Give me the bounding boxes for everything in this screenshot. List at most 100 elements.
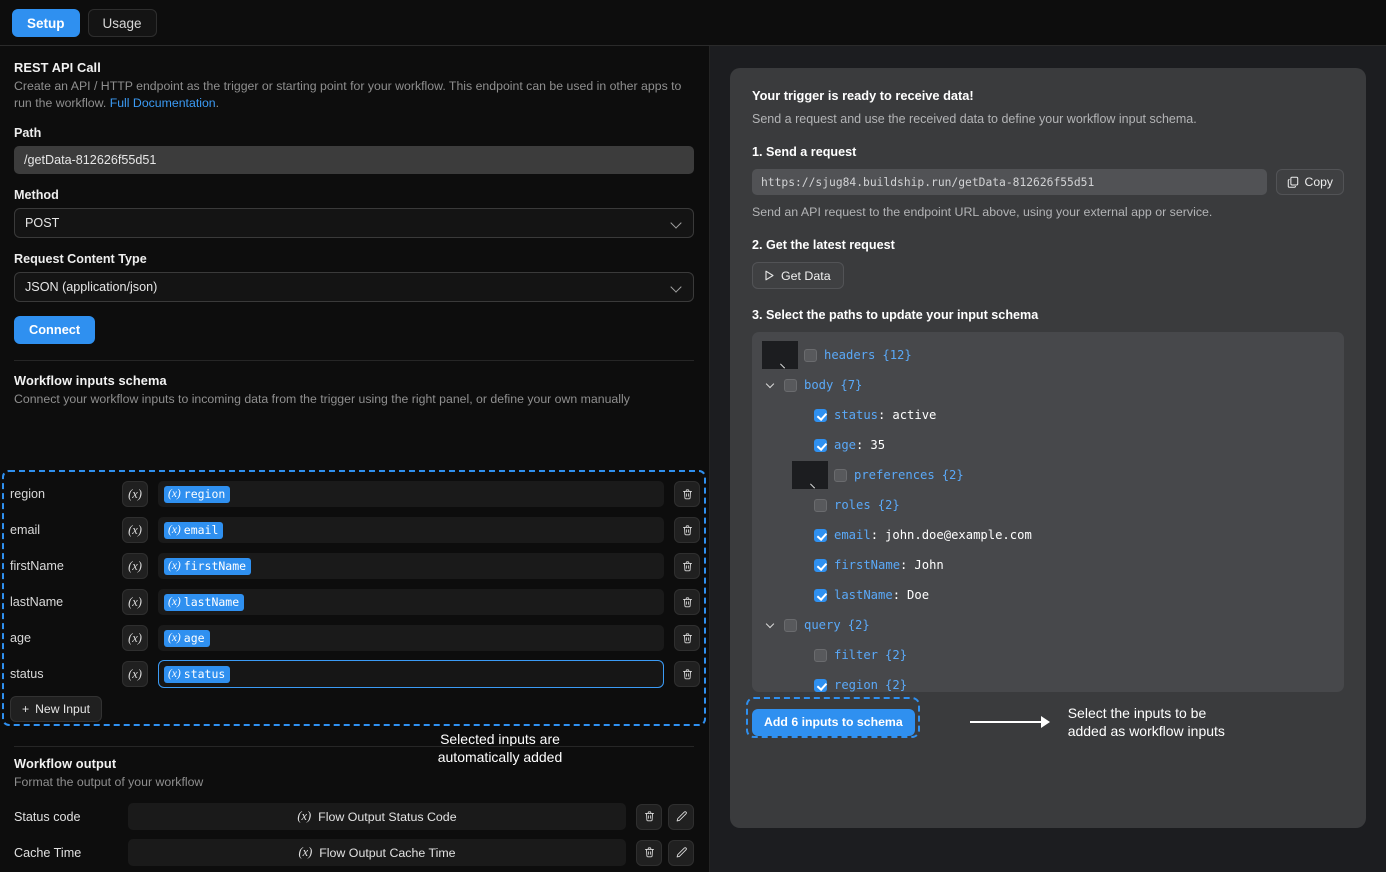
schema-path-checkbox[interactable]: [804, 348, 817, 362]
delete-input-button[interactable]: [674, 625, 700, 651]
schema-path-node[interactable]: roles {2}: [762, 490, 1334, 520]
expression-toggle-button[interactable]: (x): [122, 481, 148, 507]
expression-toggle-button[interactable]: (x): [122, 553, 148, 579]
step-3-heading: 3. Select the paths to update your input…: [752, 308, 1039, 322]
chevron-down-icon[interactable]: [762, 619, 778, 628]
schema-path-node[interactable]: firstName: John: [762, 550, 1334, 580]
schema-path-node[interactable]: preferences {2}: [762, 460, 1334, 490]
full-documentation-link[interactable]: Full Documentation: [110, 96, 216, 110]
expression-toggle-button[interactable]: (x): [122, 625, 148, 651]
delete-output-button[interactable]: [636, 839, 662, 866]
workflow-output-value-field[interactable]: (x) Flow Output Status Code: [128, 803, 626, 831]
binding-chip[interactable]: (x) region: [164, 485, 231, 503]
schema-path-checkbox[interactable]: [814, 678, 827, 692]
schema-path-checkbox[interactable]: [814, 648, 827, 662]
schema-path-key: preferences: [854, 468, 935, 482]
card-title: Your trigger is ready to receive data!: [752, 88, 974, 103]
endpoint-url-input[interactable]: https://sjug84.buildship.run/getData-812…: [752, 169, 1267, 195]
workflow-input-name: region: [10, 487, 46, 501]
workflow-output-value-field[interactable]: (x) Flow Output Cache Time: [128, 839, 626, 867]
schema-path-checkbox[interactable]: [814, 558, 827, 572]
connect-button[interactable]: Connect: [14, 315, 96, 344]
schema-path-checkbox[interactable]: [814, 528, 827, 542]
binding-chip-label: status: [183, 666, 226, 681]
schema-path-node[interactable]: region {2}: [762, 670, 1334, 692]
workflow-input-value-field[interactable]: (x) lastName: [158, 589, 664, 615]
schema-path-value: active: [892, 408, 937, 422]
schema-path-checkbox[interactable]: [814, 438, 827, 452]
new-input-button[interactable]: + New Input: [10, 696, 102, 722]
workflow-input-row: lastName (x) (x) lastName: [10, 584, 700, 620]
binding-chip[interactable]: (x) age: [164, 629, 210, 647]
schema-path-node[interactable]: email: john.doe@example.com: [762, 520, 1334, 550]
workflow-input-value-field[interactable]: (x) firstName: [158, 553, 664, 579]
workflow-input-row: region (x) (x) region: [10, 476, 700, 512]
tab-usage[interactable]: Usage: [87, 8, 157, 37]
edit-output-button[interactable]: [668, 839, 694, 866]
chevron-down-icon[interactable]: [762, 379, 778, 388]
schema-path-node[interactable]: lastName: Doe: [762, 580, 1334, 610]
schema-path-node[interactable]: body {7}: [762, 370, 1334, 400]
schema-path-checkbox[interactable]: [814, 588, 827, 602]
binding-chip-label: lastName: [183, 594, 240, 609]
schema-path-value: 35: [870, 438, 886, 452]
delete-output-button[interactable]: [636, 803, 662, 830]
workflow-input-value-field[interactable]: (x) age: [158, 625, 664, 651]
add-inputs-to-schema-button[interactable]: Add 6 inputs to schema: [752, 708, 915, 736]
schema-path-count: {2}: [847, 618, 870, 632]
expression-toggle-button[interactable]: (x): [122, 661, 148, 687]
schema-path-key: region: [834, 678, 879, 692]
content-type-select[interactable]: JSON (application/json): [14, 271, 694, 302]
tab-setup[interactable]: Setup: [12, 8, 80, 37]
schema-path-node[interactable]: headers {12}: [762, 340, 1334, 370]
chevron-placeholder: [792, 502, 808, 508]
schema-path-checkbox[interactable]: [784, 618, 797, 632]
delete-input-button[interactable]: [674, 481, 700, 507]
binding-chip[interactable]: (x) email: [164, 521, 224, 539]
method-select-value: POST: [25, 215, 60, 230]
workflow-input-value-field[interactable]: (x) status: [158, 660, 664, 688]
workflow-input-name: firstName: [10, 559, 64, 573]
schema-path-colon: :: [870, 528, 879, 542]
delete-input-button[interactable]: [674, 553, 700, 579]
schema-path-checkbox[interactable]: [834, 468, 847, 482]
chevron-right-icon[interactable]: [792, 461, 828, 489]
workflow-input-value-field[interactable]: (x) region: [158, 481, 664, 507]
schema-path-value: Doe: [907, 588, 930, 602]
schema-path-node[interactable]: query {2}: [762, 610, 1334, 640]
schema-path-checkbox[interactable]: [784, 378, 797, 392]
workflow-input-row: email (x) (x) email: [10, 512, 700, 548]
schema-path-checkbox[interactable]: [814, 408, 827, 422]
workflow-output-value: Flow Output Cache Time: [319, 845, 456, 860]
workflow-input-value-field[interactable]: (x) email: [158, 517, 664, 543]
path-input[interactable]: /getData-812626f55d51: [14, 145, 694, 174]
binding-chip[interactable]: (x) lastName: [164, 593, 245, 611]
delete-input-button[interactable]: [674, 661, 700, 687]
schema-path-checkbox[interactable]: [814, 498, 827, 512]
schema-path-key: roles: [834, 498, 871, 512]
get-data-button[interactable]: Get Data: [752, 262, 844, 289]
delete-input-button[interactable]: [674, 589, 700, 615]
binding-chip[interactable]: (x) status: [164, 665, 231, 683]
workflow-output-row: Cache Time (x) Flow Output Cache Time: [14, 835, 694, 871]
binding-chip[interactable]: (x) firstName: [164, 557, 252, 575]
delete-input-button[interactable]: [674, 517, 700, 543]
chevron-placeholder: [792, 562, 808, 568]
workflow-inputs-list: region (x) (x) region email (x) (x) email firstN…: [10, 476, 700, 722]
schema-path-value: john.doe@example.com: [885, 528, 1032, 542]
expression-toggle-button[interactable]: (x): [122, 517, 148, 543]
edit-output-button[interactable]: [668, 803, 694, 830]
copy-url-button[interactable]: Copy: [1275, 169, 1344, 195]
annotation-note-select-inputs: Select the inputs to be added as workflo…: [1068, 704, 1225, 741]
expression-toggle-button[interactable]: (x): [122, 589, 148, 615]
right-trigger-panel: Your trigger is ready to receive data! S…: [710, 46, 1386, 872]
schema-path-node[interactable]: age:35: [762, 430, 1334, 460]
expression-x-icon: (x): [168, 667, 181, 680]
workflow-input-row: firstName (x) (x) firstName: [10, 548, 700, 584]
schema-path-node[interactable]: status: active: [762, 400, 1334, 430]
expression-x-icon: (x): [297, 809, 312, 824]
schema-path-node[interactable]: filter {2}: [762, 640, 1334, 670]
chevron-right-icon[interactable]: [762, 341, 798, 369]
method-select[interactable]: POST: [14, 207, 694, 238]
schema-path-key: query: [804, 618, 841, 632]
